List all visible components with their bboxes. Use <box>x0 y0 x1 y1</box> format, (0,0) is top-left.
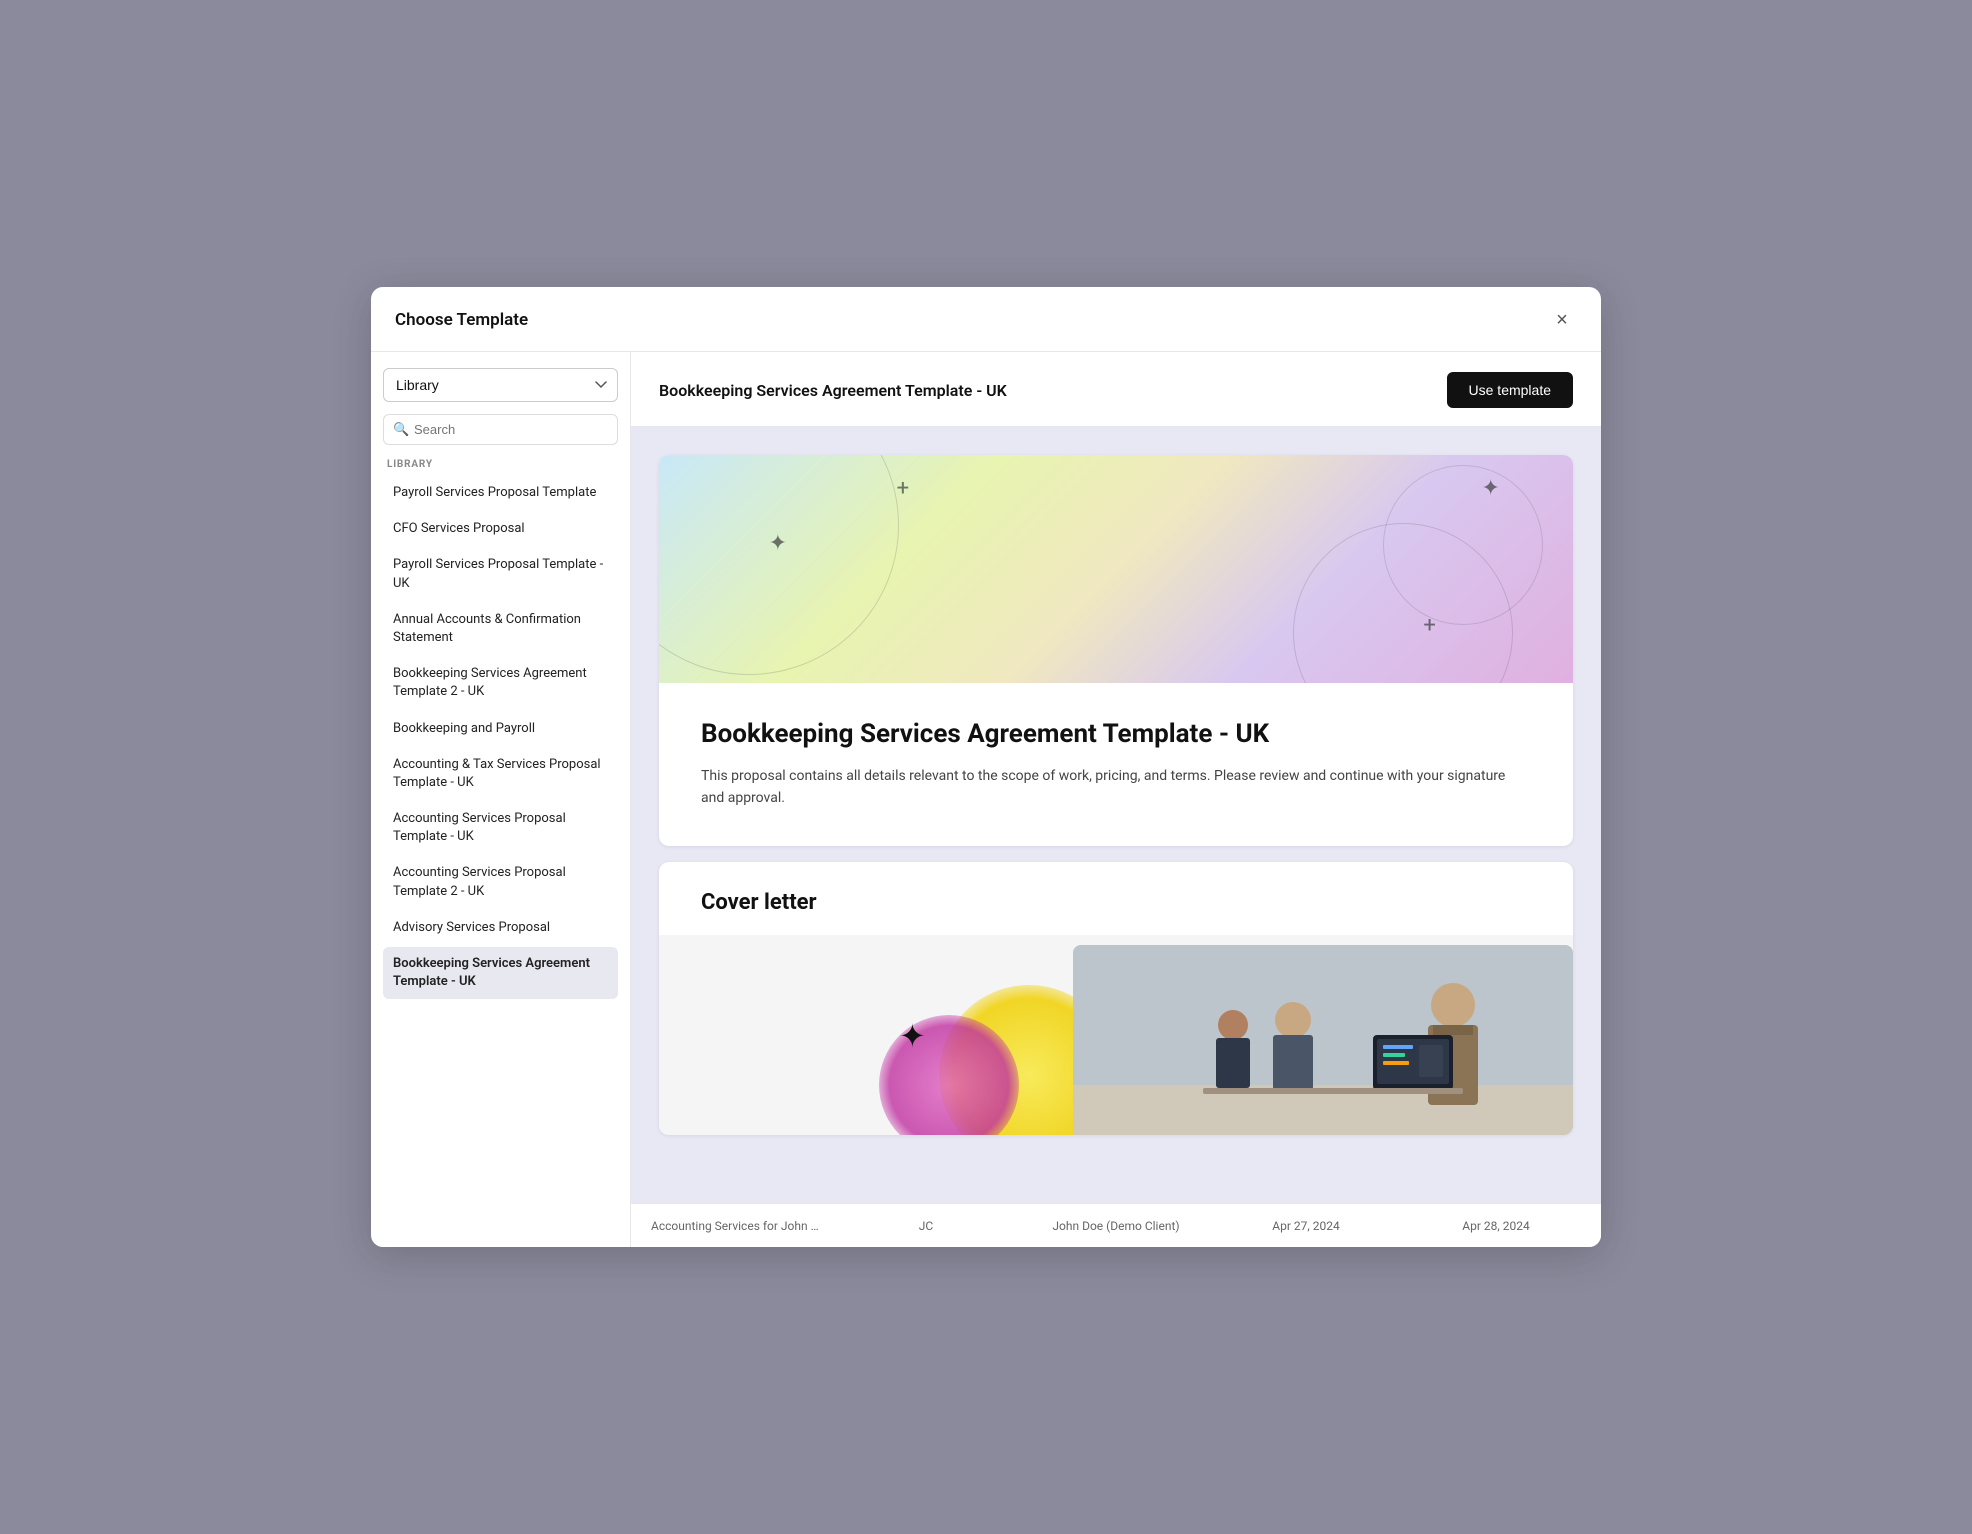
sidebar-item-payroll-services[interactable]: Payroll Services Proposal Template <box>383 476 618 510</box>
modal-title: Choose Template <box>395 310 528 330</box>
preview-title: Bookkeeping Services Agreement Template … <box>701 719 1531 749</box>
modal-header: Choose Template × <box>371 287 1601 352</box>
status-bar: Accounting Services for John Doe JC John… <box>631 1203 1601 1247</box>
library-dropdown[interactable]: Library My Templates <box>383 368 618 402</box>
cover-photo <box>1073 945 1573 1135</box>
main-scroll: ✦ + ✦ + Bookkeeping Services Agreement T… <box>631 427 1601 1203</box>
main-content: Bookkeeping Services Agreement Template … <box>631 352 1601 1247</box>
status-item-3: John Doe (Demo Client) <box>1031 1219 1201 1233</box>
sidebar-item-payroll-services-uk[interactable]: Payroll Services Proposal Template - UK <box>383 548 618 600</box>
people-illustration <box>1073 945 1573 1135</box>
modal: Choose Template × Library My Templates 🔍… <box>371 287 1601 1247</box>
sidebar-item-advisory-services[interactable]: Advisory Services Proposal <box>383 911 618 945</box>
deco-cover-star: ✦ <box>899 1017 926 1055</box>
modal-overlay: Choose Template × Library My Templates 🔍… <box>0 0 1972 1534</box>
deco-star-1: ✦ <box>769 533 787 555</box>
sidebar: Library My Templates 🔍 LIBRARY Payroll S… <box>371 352 631 1247</box>
cover-letter-card: Cover letter ✦ <box>659 862 1573 1135</box>
sidebar-item-accounting-tax-uk[interactable]: Accounting & Tax Services Proposal Templ… <box>383 748 618 800</box>
main-header: Bookkeeping Services Agreement Template … <box>631 352 1601 427</box>
preview-description: Bookkeeping Services Agreement Template … <box>659 683 1573 846</box>
deco-star-4: + <box>1423 615 1435 637</box>
sidebar-list: Payroll Services Proposal TemplateCFO Se… <box>383 476 618 1231</box>
sidebar-item-bookkeeping-uk[interactable]: Bookkeeping Services Agreement Template … <box>383 947 618 999</box>
sidebar-item-accounting-services-uk[interactable]: Accounting Services Proposal Template - … <box>383 802 618 854</box>
deco-star-2: + <box>897 478 909 500</box>
preview-text: This proposal contains all details relev… <box>701 765 1531 810</box>
sidebar-item-accounting-services-2-uk[interactable]: Accounting Services Proposal Template 2 … <box>383 856 618 908</box>
main-template-title: Bookkeeping Services Agreement Template … <box>659 381 1007 400</box>
sidebar-item-annual-accounts[interactable]: Annual Accounts & Confirmation Statement <box>383 603 618 655</box>
sidebar-item-bookkeeping-2-uk[interactable]: Bookkeeping Services Agreement Template … <box>383 657 618 709</box>
deco-star-3: ✦ <box>1481 478 1499 500</box>
status-item-5: Apr 28, 2024 <box>1411 1219 1581 1233</box>
cover-letter-title: Cover letter <box>701 890 1531 915</box>
library-section-label: LIBRARY <box>383 459 618 470</box>
sidebar-item-bookkeeping-payroll[interactable]: Bookkeeping and Payroll <box>383 712 618 746</box>
preview-card: ✦ + ✦ + Bookkeeping Services Agreement T… <box>659 455 1573 846</box>
status-item-2: JC <box>841 1219 1011 1233</box>
use-template-button[interactable]: Use template <box>1447 372 1573 408</box>
preview-banner: ✦ + ✦ + <box>659 455 1573 683</box>
cover-banner: ✦ <box>659 935 1573 1135</box>
search-input[interactable] <box>383 414 618 445</box>
search-icon: 🔍 <box>393 422 409 437</box>
sidebar-item-cfo-services[interactable]: CFO Services Proposal <box>383 512 618 546</box>
status-item-1: Accounting Services for John Doe <box>651 1219 821 1233</box>
cover-card-header: Cover letter <box>659 862 1573 935</box>
status-item-4: Apr 27, 2024 <box>1221 1219 1391 1233</box>
deco-circle-1 <box>659 455 899 675</box>
deco-circle-3 <box>1383 465 1543 625</box>
modal-body: Library My Templates 🔍 LIBRARY Payroll S… <box>371 352 1601 1247</box>
close-button[interactable]: × <box>1547 305 1577 335</box>
search-wrap: 🔍 <box>383 414 618 445</box>
